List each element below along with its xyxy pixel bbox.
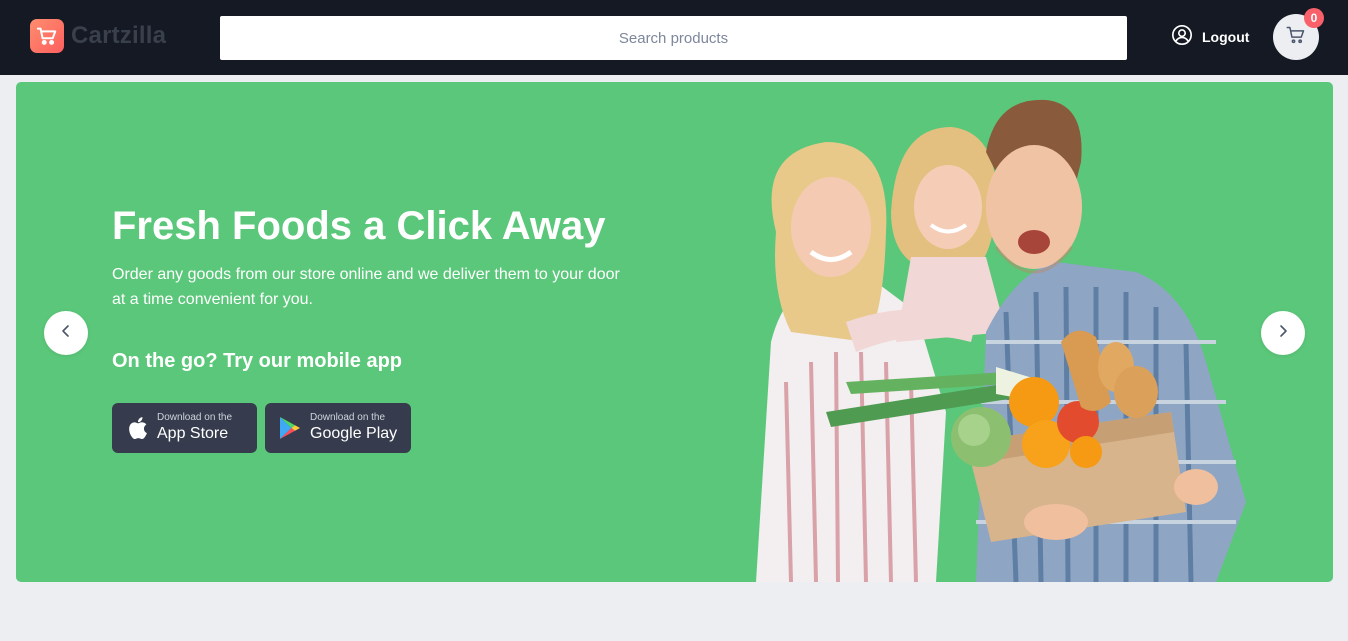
app-store-button[interactable]: Download on the App Store [112,403,257,453]
carousel-prev-button[interactable] [44,311,88,355]
google-play-icon [278,416,302,440]
logout-button[interactable]: Logout [1171,24,1250,51]
chevron-left-icon [59,324,73,343]
hero-carousel-slide: Fresh Foods a Click Away Order any goods… [16,82,1333,582]
google-play-text: Download on the Google Play [310,412,397,444]
app-store-small-label: Download on the [157,412,233,423]
chevron-right-icon [1276,324,1290,343]
search-input[interactable] [220,16,1127,60]
top-navbar: Cartzilla Logout 0 [0,0,1348,75]
brand-logo[interactable]: Cartzilla [30,19,166,53]
cart-logo-icon [30,19,64,53]
carousel-next-button[interactable] [1261,311,1305,355]
google-play-small-label: Download on the [310,412,386,423]
cart-icon [1286,25,1306,50]
family-groceries-image [756,99,1246,582]
google-play-button[interactable]: Download on the Google Play [265,403,411,453]
apple-icon [125,416,149,440]
user-circle-icon [1171,24,1193,51]
brand-name: Cartzilla [71,22,167,49]
logout-label: Logout [1202,29,1250,45]
app-store-label: App Store [157,425,229,442]
google-play-label: Google Play [310,425,398,442]
hero-title: Fresh Foods a Click Away [112,204,606,248]
cart-count-badge: 0 [1304,8,1324,28]
hero-description: Order any goods from our store online an… [112,266,620,308]
app-store-text: Download on the App Store [157,412,232,444]
mobile-app-heading: On the go? Try our mobile app [112,350,403,372]
